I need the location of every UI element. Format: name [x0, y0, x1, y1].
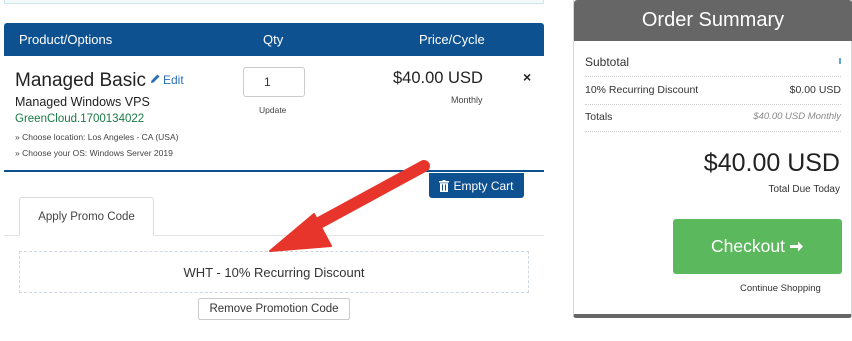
- empty-cart-button[interactable]: Empty Cart: [429, 173, 524, 198]
- totals-row: Totals $40.00 USD Monthly: [585, 111, 841, 123]
- trash-icon: [439, 179, 450, 192]
- update-link[interactable]: Update: [259, 105, 286, 115]
- cart-table-header: Product/Options Qty Price/Cycle: [4, 23, 544, 56]
- remove-item-icon[interactable]: ×: [523, 69, 531, 85]
- product-hostname: GreenCloud.1700134022: [15, 113, 145, 125]
- subtotal-loading-marker: [839, 58, 841, 64]
- order-summary-title: Order Summary: [574, 0, 852, 41]
- summary-divider: [585, 76, 841, 77]
- header-qty: Qty: [263, 32, 284, 47]
- top-border-strip: [4, 0, 544, 4]
- summary-divider: [585, 131, 841, 132]
- product-subtitle: Managed Windows VPS: [15, 95, 150, 109]
- discount-row: 10% Recurring Discount $0.00 USD: [585, 84, 841, 96]
- discount-label: 10% Recurring Discount: [585, 84, 699, 96]
- checkout-button[interactable]: Checkout: [673, 219, 842, 274]
- header-price-cycle: Price/Cycle: [419, 32, 485, 47]
- remove-promotion-button[interactable]: Remove Promotion Code: [198, 298, 350, 320]
- item-billing-cycle: Monthly: [451, 95, 483, 105]
- total-due-amount: $40.00 USD: [703, 149, 840, 177]
- empty-cart-label: Empty Cart: [453, 178, 514, 193]
- discount-value: $0.00 USD: [789, 84, 841, 96]
- product-option-os: » Choose your OS: Windows Server 2019: [15, 148, 173, 158]
- checkout-label: Checkout: [711, 236, 785, 256]
- product-option-location: » Choose location: Los Angeles - CA (USA…: [15, 132, 179, 142]
- item-price: $40.00 USD: [393, 69, 483, 87]
- arrow-right-icon: [789, 241, 803, 252]
- edit-link[interactable]: Edit: [150, 73, 184, 87]
- annotation-arrow-head: [269, 213, 332, 252]
- summary-divider: [585, 104, 841, 105]
- subtotal-label: Subtotal: [585, 55, 630, 69]
- totals-label: Totals: [585, 111, 613, 123]
- continue-shopping-link[interactable]: Continue Shopping: [740, 283, 821, 294]
- pencil-icon: [151, 74, 160, 83]
- totals-value: $40.00 USD Monthly: [753, 111, 841, 122]
- quantity-input[interactable]: [243, 67, 305, 97]
- tab-apply-promo-code[interactable]: Apply Promo Code: [19, 197, 154, 236]
- edit-label: Edit: [163, 73, 184, 87]
- product-name: Managed Basic: [15, 70, 146, 91]
- header-product-options: Product/Options: [19, 32, 113, 47]
- cart-divider: [4, 170, 544, 172]
- applied-promo-box: WHT - 10% Recurring Discount: [19, 251, 529, 293]
- total-due-label: Total Due Today: [768, 184, 840, 195]
- order-summary-panel: Order Summary Subtotal 10% Recurring Dis…: [573, 0, 852, 318]
- annotation-arrow-shaft: [302, 160, 430, 235]
- subtotal-row: Subtotal: [585, 55, 841, 69]
